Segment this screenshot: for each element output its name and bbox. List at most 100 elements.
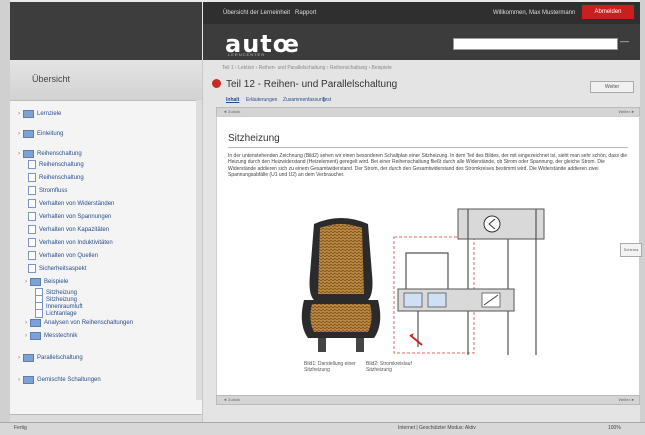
logout-button[interactable]: Abmelden xyxy=(582,5,634,19)
breadcrumb[interactable]: Teil 1 › Lektion › Reihen- und Parallels… xyxy=(222,65,392,71)
tree-page-item[interactable]: Verhalten von Widerständen xyxy=(25,199,114,208)
prev-link[interactable]: ◄ Zurück xyxy=(223,109,240,114)
tree-folder-item[interactable]: › Analysen von Reihenschaltungen xyxy=(25,319,133,327)
expand-arrow-icon[interactable]: › xyxy=(18,131,20,137)
tree-item-label: Analysen von Reihenschaltungen xyxy=(44,320,134,326)
search-icon[interactable]: — xyxy=(620,36,629,46)
menu-report[interactable]: Rapport xyxy=(295,10,316,16)
folder-icon xyxy=(23,376,34,384)
tree-folder-item[interactable]: › Lernziele xyxy=(18,110,61,118)
tree-item-label: Gemischte Schaltungen xyxy=(37,377,101,383)
tree-folder-item[interactable]: › Beispiele xyxy=(25,278,68,286)
tree-item-label: Reihenschaltung xyxy=(39,161,84,168)
navigation-tree: › Lernziele › Einleitung › Reihenschaltung Rei… xyxy=(10,100,194,414)
tree-page-item[interactable]: Verhalten von Induktivitäten xyxy=(25,238,113,247)
tree-page-item[interactable]: Reihenschaltung xyxy=(25,173,84,182)
next-link-bottom[interactable]: Weiter ► xyxy=(618,397,635,402)
tree-page-item[interactable]: Verhalten von Quellen xyxy=(25,251,98,260)
tree-item-label: Sicherheitsaspekt xyxy=(39,265,87,272)
circuit-diagram xyxy=(393,208,545,355)
image-caption-circuit: Bild2: Stromkreislauf Sitzheizung xyxy=(366,361,412,373)
left-header-dark xyxy=(10,2,202,60)
page-icon xyxy=(28,173,36,182)
heading-rule xyxy=(228,147,628,148)
seat-heating-image xyxy=(301,218,381,352)
tree-item-label: Verhalten von Quellen xyxy=(39,252,99,259)
tab-explanations[interactable]: Erläuterungen xyxy=(246,97,277,103)
tree-page-item[interactable]: Verhalten von Spannungen xyxy=(25,212,111,221)
folder-icon xyxy=(23,130,34,138)
sidebar-header: Übersicht xyxy=(10,60,202,101)
content-nav-bottom: ◄ Zurück Weiter ► xyxy=(216,395,640,405)
tab-content[interactable]: Inhalt xyxy=(226,97,239,103)
next-link[interactable]: Weiter ► xyxy=(618,109,635,114)
page-icon xyxy=(28,186,36,195)
tree-page-item[interactable]: Verhalten von Kapazitäten xyxy=(25,225,109,234)
tree-item-label: Reihenschaltung xyxy=(39,174,84,181)
folder-icon xyxy=(30,278,41,286)
expand-arrow-icon[interactable]: › xyxy=(18,355,20,361)
page-title: Teil 12 - Reihen- und Parallelschaltung xyxy=(226,79,398,90)
tree-item-label: Parallelschaltung xyxy=(37,355,83,361)
search-input[interactable] xyxy=(453,38,618,50)
tree-item-label: Beispiele xyxy=(44,279,69,285)
expand-arrow-icon[interactable]: › xyxy=(25,333,27,339)
folder-icon xyxy=(23,354,34,362)
window-frame-right xyxy=(640,0,645,434)
lesson-paragraph: In der untenstehenden Zeichnung (Bild2) … xyxy=(228,153,628,179)
tree-item-label: Reihenschaltung xyxy=(37,151,82,157)
tree-page-item[interactable]: Lichtanlage xyxy=(32,309,77,318)
menu-overview[interactable]: Übersicht der Lerneinheit xyxy=(223,10,290,16)
tree-folder-item[interactable]: › Messtechnik xyxy=(25,332,77,340)
tree-item-label: Verhalten von Spannungen xyxy=(39,213,112,220)
side-tab[interactable]: Schema xyxy=(620,243,642,257)
tree-item-label: Messtechnik xyxy=(44,333,78,339)
page-icon xyxy=(28,251,36,260)
status-bar: Fertig Internet | Geschützter Modus: Akt… xyxy=(0,422,645,435)
tree-folder-item[interactable]: › Einleitung xyxy=(18,130,63,138)
page-icon xyxy=(28,199,36,208)
zoom-level[interactable]: 100% xyxy=(608,425,621,431)
page-icon xyxy=(28,264,36,273)
section-heading: Sitzheizung xyxy=(228,133,280,144)
brand-subtitle: LERNCENTER xyxy=(228,52,266,57)
tab-summary[interactable]: Zusammenfassung xyxy=(283,97,326,103)
tree-page-item[interactable]: Sicherheitsaspekt xyxy=(25,264,86,273)
sidebar-scrollbar[interactable] xyxy=(196,100,202,400)
tree-item-label: Stromfluss xyxy=(39,187,68,194)
image-caption-seat: Bild1: Darstellung einer Sitzheizung xyxy=(304,361,356,373)
tree-page-item[interactable]: Reihenschaltung xyxy=(25,160,84,169)
folder-icon xyxy=(23,110,34,118)
tree-item-label: Verhalten von Induktivitäten xyxy=(39,239,113,246)
folder-icon xyxy=(23,150,34,158)
expand-arrow-icon[interactable]: › xyxy=(18,151,20,157)
status-text: Fertig xyxy=(14,425,27,431)
expand-arrow-icon[interactable]: › xyxy=(18,111,20,117)
tree-item-label: Verhalten von Kapazitäten xyxy=(39,226,110,233)
top-menu-bar: Übersicht der Lerneinheit Rapport Willko… xyxy=(203,2,640,24)
tree-folder-item[interactable]: › Gemischte Schaltungen xyxy=(18,376,101,384)
tree-item-label: Lernziele xyxy=(37,111,62,117)
page-icon xyxy=(28,238,36,247)
folder-icon xyxy=(30,319,41,327)
next-button[interactable]: Weiter xyxy=(590,81,634,93)
lesson-icon xyxy=(212,79,221,88)
sidebar-title: Übersicht xyxy=(32,74,71,84)
prev-link-bottom[interactable]: ◄ Zurück xyxy=(223,397,240,402)
tab-test[interactable]: Test xyxy=(322,97,331,103)
expand-arrow-icon[interactable]: › xyxy=(25,279,27,285)
window-frame-left xyxy=(0,0,10,434)
page-icon xyxy=(28,212,36,221)
tree-page-item[interactable]: Stromfluss xyxy=(25,186,67,195)
tree-item-label: Lichtanlage xyxy=(46,310,77,317)
page-icon xyxy=(28,160,36,169)
tree-folder-item[interactable]: › Reihenschaltung xyxy=(18,150,82,158)
status-zone: Internet | Geschützter Modus: Aktiv xyxy=(398,425,476,431)
tree-item-label: Verhalten von Widerständen xyxy=(39,200,115,207)
folder-icon xyxy=(30,332,41,340)
expand-arrow-icon[interactable]: › xyxy=(18,377,20,383)
expand-arrow-icon[interactable]: › xyxy=(25,320,27,326)
user-welcome[interactable]: Willkommen, Max Mustermann xyxy=(493,10,575,16)
tree-folder-item[interactable]: › Parallelschaltung xyxy=(18,354,83,362)
page-icon xyxy=(28,225,36,234)
